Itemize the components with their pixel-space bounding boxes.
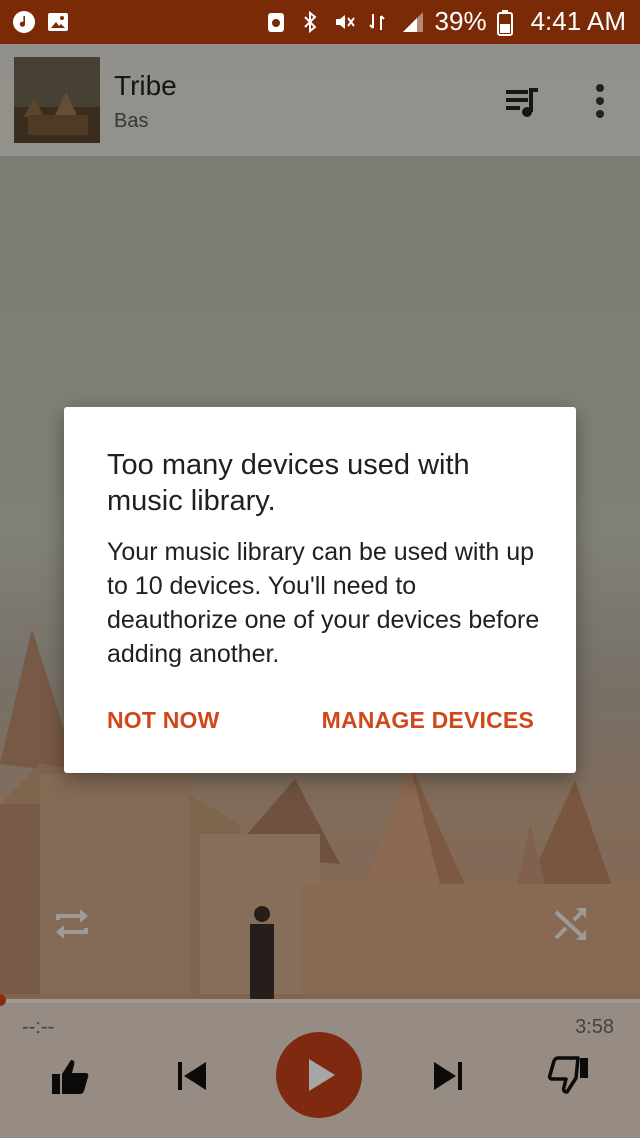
battery-percent: 39% [434, 6, 487, 36]
status-bar-left [12, 10, 70, 34]
data-icon [367, 10, 391, 34]
image-icon [46, 10, 70, 34]
bluetooth-icon [299, 10, 323, 34]
status-time: 4:41 AM [530, 6, 626, 36]
battery-icon [496, 9, 521, 36]
status-bar-right: 39% 4:41 AM [265, 6, 626, 37]
too-many-devices-dialog: Too many devices used with music library… [64, 407, 576, 773]
player-screen: Tribe Bas --:-- 3:58 Too many devices us… [0, 44, 640, 1138]
mute-icon [333, 10, 357, 34]
not-now-button[interactable]: NOT NOW [107, 707, 220, 734]
music-note-icon [12, 10, 36, 34]
manage-devices-button[interactable]: MANAGE DEVICES [322, 707, 534, 734]
status-bar: 39% 4:41 AM [0, 0, 640, 44]
recycle-icon [265, 10, 289, 34]
signal-icon [401, 10, 425, 34]
dialog-message: Your music library can be used with up t… [107, 538, 540, 668]
dialog-title: Too many devices used with music library… [107, 449, 470, 517]
